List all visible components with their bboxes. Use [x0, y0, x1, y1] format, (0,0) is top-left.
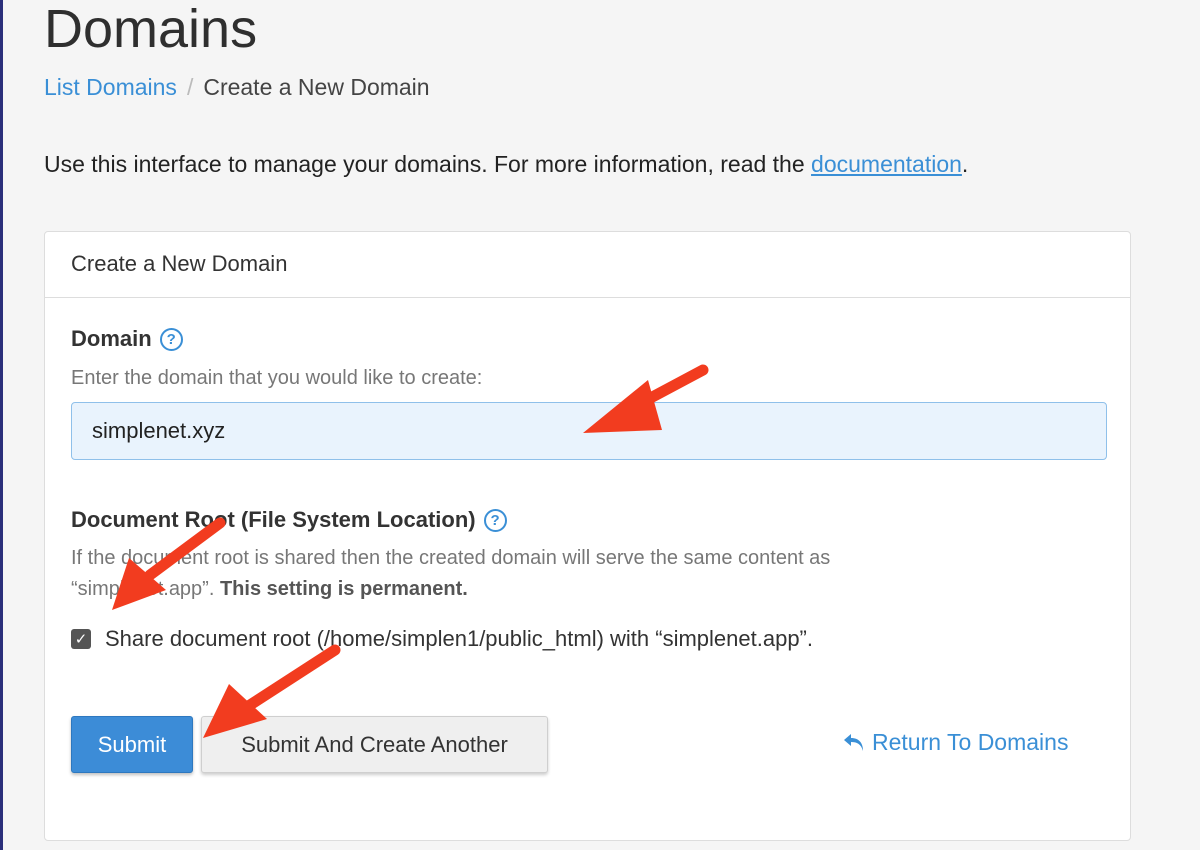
- docroot-help-line2: “simplenet.app”. This setting is permane…: [71, 574, 830, 605]
- return-to-domains-link[interactable]: Return To Domains: [842, 729, 1068, 756]
- domain-help-icon[interactable]: ?: [159, 327, 183, 351]
- page-title: Domains: [44, 0, 258, 59]
- domain-help-text: Enter the domain that you would like to …: [71, 367, 483, 389]
- breadcrumb-current: Create a New Domain: [203, 74, 430, 100]
- share-docroot-row: ✓ Share document root (/home/simplen1/pu…: [71, 626, 813, 652]
- breadcrumb-separator: /: [186, 74, 194, 100]
- docroot-label: Document Root (File System Location) ?: [71, 507, 507, 533]
- submit-and-create-another-button[interactable]: Submit And Create Another: [201, 716, 548, 773]
- undo-arrow-icon: [844, 733, 863, 751]
- share-docroot-label[interactable]: Share document root (/home/simplen1/publ…: [105, 626, 813, 652]
- breadcrumb-list-domains-link[interactable]: List Domains: [44, 74, 177, 100]
- breadcrumb: List Domains / Create a New Domain: [44, 72, 430, 102]
- intro-text-suffix: .: [961, 151, 969, 177]
- create-domain-panel: Create a New Domain Domain ? Enter the d…: [44, 231, 1131, 841]
- submit-button[interactable]: Submit: [71, 716, 193, 773]
- window-left-edge: [0, 0, 3, 850]
- docroot-help-icon[interactable]: ?: [483, 508, 507, 532]
- domain-label: Domain ?: [71, 326, 183, 352]
- intro-text-body: Use this interface to manage your domain…: [44, 151, 812, 177]
- docroot-permanent-note: This setting is permanent.: [219, 578, 468, 600]
- panel-header: Create a New Domain: [45, 232, 1130, 298]
- domain-input[interactable]: [71, 402, 1107, 460]
- docroot-help-line2-text: “simplenet.app”.: [71, 578, 220, 600]
- share-docroot-checkbox[interactable]: ✓: [71, 629, 91, 649]
- docroot-help-line1: If the document root is shared then the …: [71, 547, 831, 569]
- docroot-help-text: If the document root is shared then the …: [71, 543, 830, 605]
- documentation-link[interactable]: documentation: [811, 151, 962, 177]
- return-to-domains-label[interactable]: Return To Domains: [872, 729, 1068, 756]
- docroot-label-text: Document Root (File System Location): [71, 507, 476, 532]
- intro-text: Use this interface to manage your domain…: [44, 148, 968, 180]
- domain-label-text: Domain: [71, 326, 152, 351]
